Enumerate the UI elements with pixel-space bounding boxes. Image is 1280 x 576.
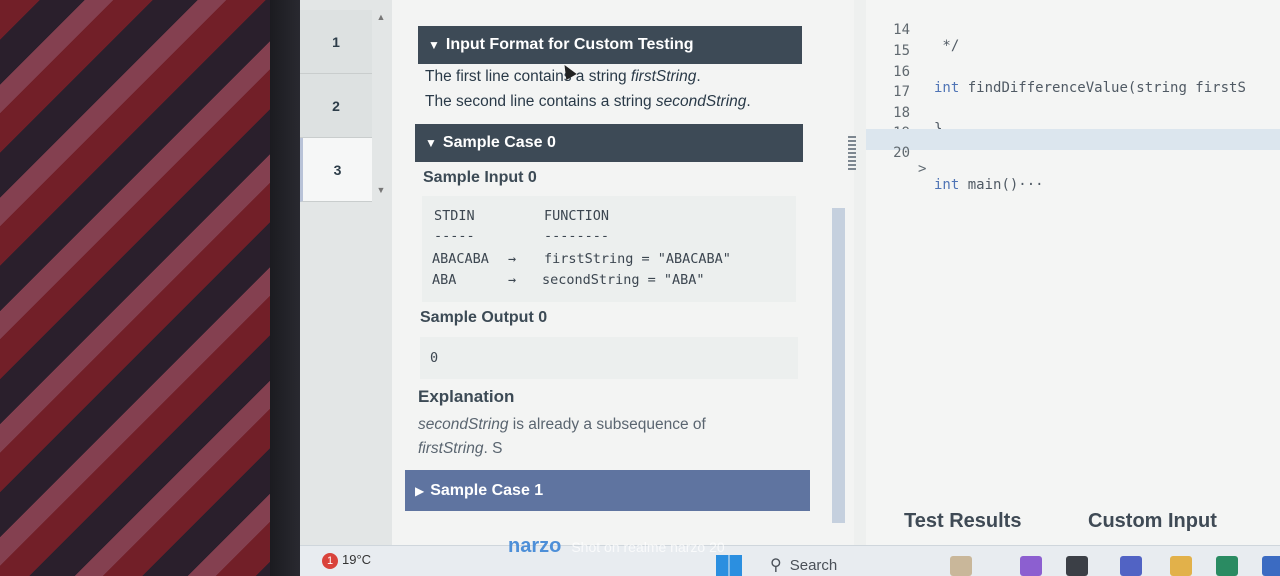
- scroll-up-icon[interactable]: ▲: [374, 12, 388, 26]
- stdin-dashes: -----: [434, 228, 475, 244]
- arrow-icon: →: [508, 251, 517, 267]
- sample-output-value: 0: [430, 350, 439, 366]
- background-fabric: [0, 0, 300, 576]
- question-tab-strip: ▲ 1 2 3 ▼: [300, 0, 392, 545]
- question-tab-2[interactable]: 2: [300, 74, 372, 138]
- teams-icon[interactable]: [1120, 556, 1142, 576]
- sample-input-label: Sample Input 0: [423, 169, 537, 186]
- taskbar-search[interactable]: ⚲ Search: [770, 555, 837, 575]
- input-format-header[interactable]: ▼ Input Format for Custom Testing: [418, 26, 802, 64]
- stdin-value-2: ABA: [432, 272, 457, 288]
- camera-watermark: narzo Shot on realme narzo 20: [508, 535, 725, 558]
- input-format-title: Input Format for Custom Testing: [445, 36, 694, 53]
- question-tab-1[interactable]: 1: [300, 10, 372, 74]
- code-line: 17: [893, 84, 910, 100]
- code-line-highlighted: 20 > int main()···: [866, 129, 1280, 193]
- test-results-tab[interactable]: Test Results: [904, 510, 1021, 533]
- question-tab-3[interactable]: 3: [300, 138, 372, 202]
- sample-output-box: 0: [420, 337, 798, 379]
- code-editor[interactable]: 14 */ 15 16 int findDifferenceValue(stri…: [866, 0, 1280, 545]
- search-icon: ⚲: [770, 557, 782, 574]
- weather-widget[interactable]: 1 19°C: [322, 552, 371, 569]
- windows-start-icon[interactable]: [716, 555, 742, 576]
- arrow-icon: →: [508, 272, 517, 288]
- widget-icon[interactable]: [950, 556, 972, 576]
- explanation-text: secondString is already a subsequence of…: [418, 416, 706, 457]
- taskbar: 1 19°C ⚲ Search: [300, 545, 1280, 576]
- stdin-header: STDIN: [434, 208, 475, 224]
- code-line: 16 int findDifferenceValue(string firstS: [893, 64, 1246, 96]
- scroll-down-icon[interactable]: ▼: [374, 185, 388, 199]
- weather-badge: 1: [322, 553, 338, 569]
- code-line: 19: [866, 109, 1280, 141]
- input-format-line-2: The second line contains a string second…: [425, 93, 751, 110]
- store-icon[interactable]: [1216, 556, 1238, 576]
- app-icon[interactable]: [1262, 556, 1280, 576]
- problem-panel: ▼ Input Format for Custom Testing The fi…: [392, 0, 854, 545]
- expand-triangle-icon: ▶: [415, 483, 425, 498]
- explanation-label: Explanation: [418, 387, 515, 406]
- watermark-text: Shot on realme narzo 20: [571, 539, 725, 555]
- problem-scrollbar[interactable]: [832, 208, 845, 523]
- code-line: 18 }: [893, 105, 942, 137]
- watermark-brand: narzo: [508, 535, 562, 557]
- screen: ▲ 1 2 3 ▼ ▼ Input Format for Custom Test…: [300, 0, 1280, 576]
- fold-chevron-icon[interactable]: >: [918, 161, 926, 177]
- file-explorer-icon[interactable]: [1170, 556, 1192, 576]
- sample-case-0-title: Sample Case 0: [442, 134, 556, 151]
- code-line: 15: [893, 43, 910, 59]
- sample-case-0-header[interactable]: ▼ Sample Case 0: [415, 124, 803, 162]
- code-line: 14 */: [893, 22, 960, 54]
- collapse-triangle-icon: ▼: [428, 38, 440, 52]
- function-dashes: --------: [544, 228, 610, 244]
- function-header: FUNCTION: [544, 208, 610, 224]
- custom-input-tab[interactable]: Custom Input: [1088, 510, 1217, 533]
- sample-case-1-title: Sample Case 1: [430, 481, 544, 499]
- sample-input-box: STDIN FUNCTION ----- -------- ABACABA → …: [422, 196, 796, 302]
- function-value-2: secondString = "ABA": [542, 272, 705, 288]
- collapse-triangle-icon: ▼: [425, 136, 437, 150]
- copilot-icon[interactable]: [1020, 556, 1042, 576]
- weather-temp: 19°C: [342, 552, 372, 567]
- stdin-value-1: ABACABA: [432, 251, 489, 267]
- sample-output-label: Sample Output 0: [420, 309, 548, 326]
- search-label: Search: [789, 557, 838, 574]
- function-value-1: firstString = "ABACABA": [544, 251, 731, 267]
- sample-case-1-header[interactable]: ▶ Sample Case 1: [405, 470, 810, 511]
- task-view-icon[interactable]: [1066, 556, 1088, 576]
- panel-resize-handle[interactable]: [848, 136, 856, 172]
